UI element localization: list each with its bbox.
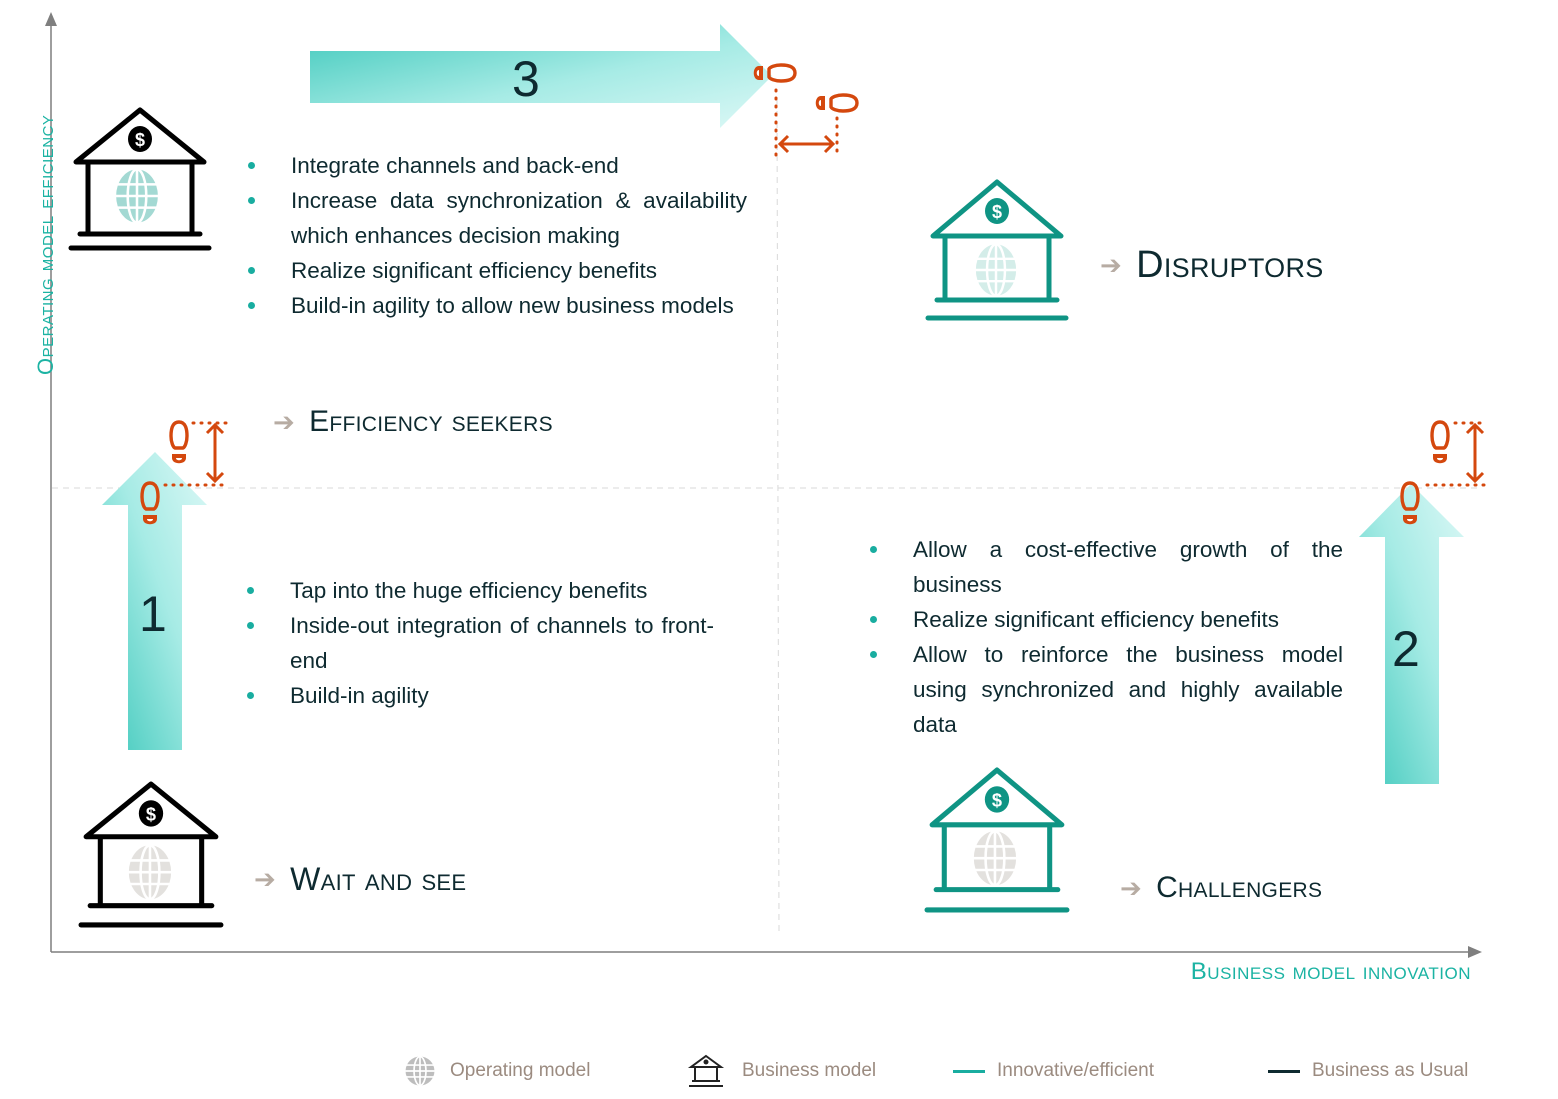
globe-icon <box>973 242 1019 298</box>
step-2-footsteps <box>1400 420 1489 526</box>
arrow-right-icon: ➔ <box>1100 250 1123 280</box>
legend-label: Innovative/efficient <box>997 1060 1155 1081</box>
legend-innovative-efficient: Innovative/efficient <box>953 1058 1154 1084</box>
globe-icon <box>405 1055 435 1087</box>
bank-icon-wait-and-see: $ <box>78 781 224 928</box>
legend-label: Business as Usual <box>1312 1060 1469 1081</box>
teal-line-swatch <box>953 1069 985 1073</box>
step-3-footsteps <box>751 63 859 157</box>
bullet-item: Realize significant efficiency benefits <box>867 602 1343 637</box>
bank-icon-disruptors: $ <box>925 179 1069 321</box>
legend-business-as-usual: Business as Usual <box>1268 1058 1468 1084</box>
challengers-label: ➔ Challengers <box>1120 871 1322 905</box>
globe-icon <box>971 829 1019 887</box>
efficiency-seekers-label: ➔ Efficiency seekers <box>273 405 553 439</box>
bullet-item: Build-in agility to allow new business m… <box>245 288 747 323</box>
legend-label: Business model <box>742 1060 877 1081</box>
footprint-icon <box>751 63 797 83</box>
footprint-icon <box>1430 420 1450 465</box>
step-2-number: 2 <box>1392 621 1420 677</box>
arrow-right-icon: ➔ <box>1120 872 1143 903</box>
disruptors-label: ➔ Disruptors <box>1100 244 1324 287</box>
bank-icon-challengers: $ <box>924 767 1070 913</box>
legend-operating-model: Operating model <box>402 1055 591 1087</box>
arrow-right-icon: ➔ <box>273 406 296 437</box>
step-1-footsteps <box>140 420 229 526</box>
challengers-bullets: Allow a cost-effective growth of the bus… <box>867 532 1343 742</box>
efficiency-seekers-bullets: Integrate channels and back-end Increase… <box>245 148 747 323</box>
quadrant-title: Challengers <box>1156 871 1323 904</box>
navy-line-swatch <box>1268 1069 1300 1073</box>
footprint-icon <box>1400 481 1420 526</box>
legend-label: Operating model <box>450 1060 591 1081</box>
bank-icon-efficiency-seekers: $ <box>68 107 212 251</box>
footprint-icon <box>169 420 189 465</box>
step-1-number: 1 <box>139 586 167 642</box>
legend-business-model: Business model <box>687 1054 877 1087</box>
arrow-right-icon: ➔ <box>254 864 277 894</box>
footprint-icon <box>140 481 160 526</box>
vertical-divider <box>776 99 780 936</box>
quadrant-title: Efficiency seekers <box>309 405 553 438</box>
svg-text:$: $ <box>992 202 1002 222</box>
step-3-number: 3 <box>512 51 540 107</box>
svg-text:$: $ <box>146 804 156 825</box>
bullet-item: Realize significant efficiency benefits <box>245 253 747 288</box>
wait-and-see-label: ➔ Wait and see <box>254 861 466 898</box>
bullet-item: Inside-out integration of channels to fr… <box>244 608 714 678</box>
bullet-item: Allow a cost-effective growth of the bus… <box>867 532 1343 602</box>
bullet-item: Build-in agility <box>244 678 714 713</box>
svg-text:$: $ <box>135 130 145 150</box>
wait-and-see-bullets: Tap into the huge efficiency benefits In… <box>244 573 714 713</box>
svg-text:$: $ <box>992 790 1002 811</box>
bullet-item: Allow to reinforce the business model us… <box>867 637 1343 742</box>
x-axis-title: Business model innovation <box>1190 958 1471 985</box>
bank-icon <box>687 1054 725 1087</box>
step-3-arrow <box>310 24 772 128</box>
globe-icon <box>126 843 174 901</box>
bullet-item: Tap into the huge efficiency benefits <box>244 573 714 608</box>
bullet-item: Increase data synchronization & availabi… <box>245 183 747 253</box>
bullet-item: Integrate channels and back-end <box>245 148 747 183</box>
quadrant-title: Disruptors <box>1136 244 1324 286</box>
quadrant-title: Wait and see <box>290 861 467 897</box>
globe-icon <box>113 168 161 224</box>
